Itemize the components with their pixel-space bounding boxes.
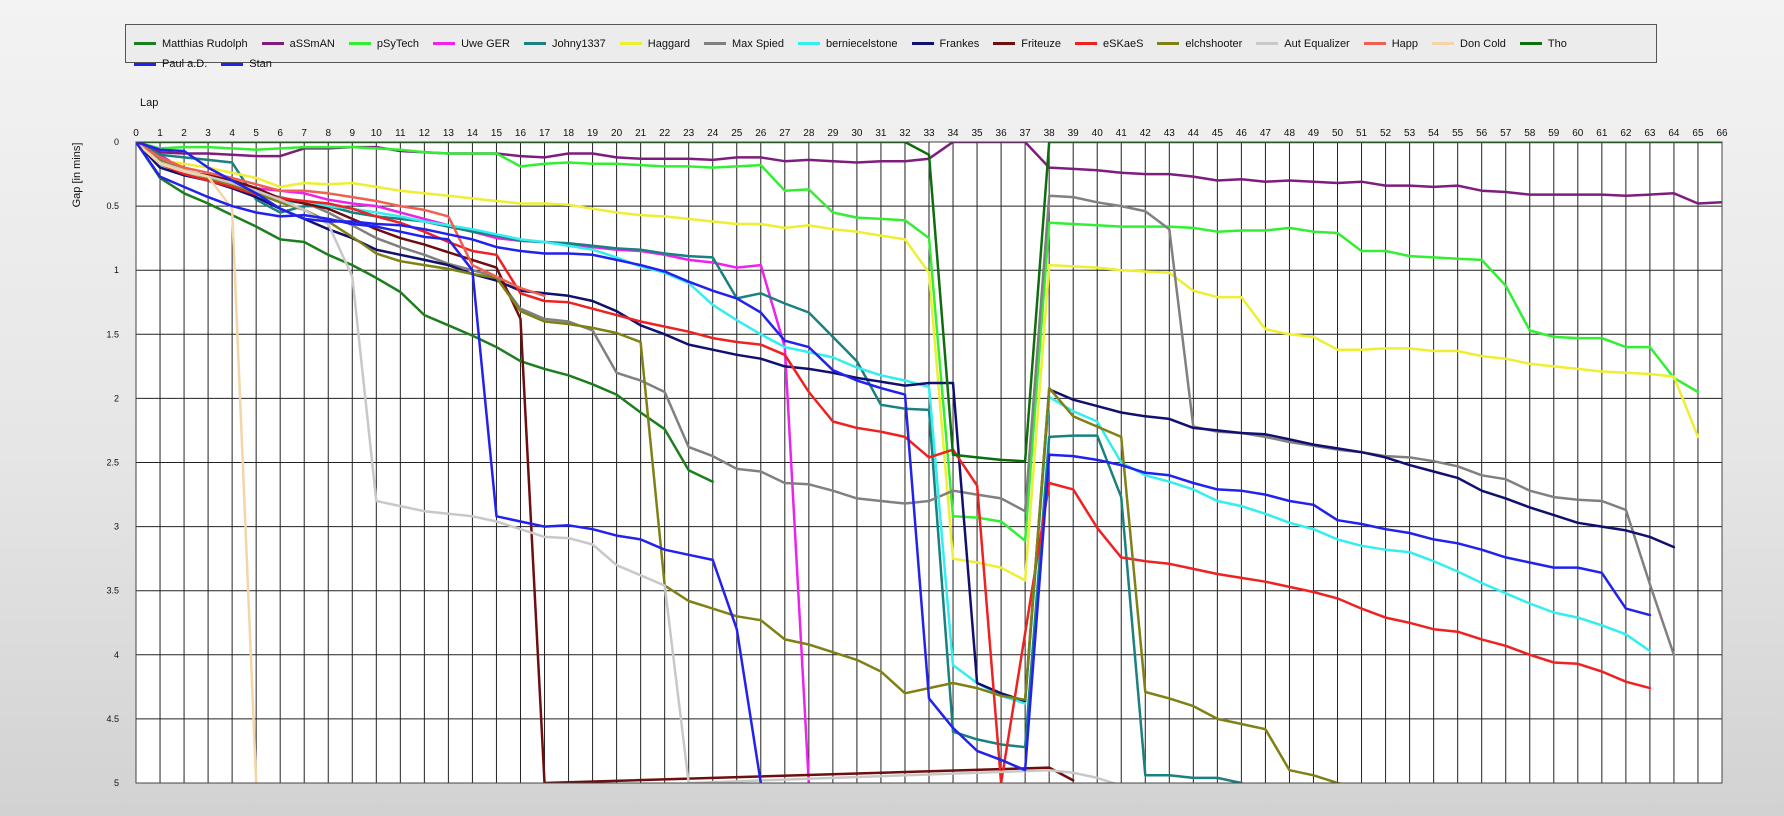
x-tick-label: 9 [349,128,355,139]
x-tick-label: 64 [1668,128,1680,139]
y-tick-label: 1.5 [106,329,119,339]
y-axis-label: Gap [in mins] [71,143,83,208]
x-tick-label: 42 [1140,128,1152,139]
x-tick-label: 62 [1620,128,1632,139]
x-tick-label: 25 [731,128,743,139]
x-tick-label: 21 [635,128,647,139]
x-tick-label: 45 [1212,128,1224,139]
x-tick-label: 19 [587,128,599,139]
x-tick-label: 48 [1284,128,1296,139]
y-tick-label: 4 [114,650,119,660]
x-tick-label: 40 [1092,128,1104,139]
x-tick-label: 43 [1164,128,1176,139]
x-tick-label: 1 [157,128,163,139]
x-tick-label: 11 [395,128,406,139]
x-tick-label: 31 [875,128,887,139]
x-tick-label: 15 [491,128,503,139]
x-tick-label: 39 [1068,128,1080,139]
x-tick-label: 6 [277,128,283,139]
y-tick-label: 4.5 [106,714,119,724]
x-tick-label: 47 [1260,128,1272,139]
x-tick-label: 56 [1476,128,1488,139]
x-tick-label: 65 [1692,128,1704,139]
x-tick-label: 54 [1428,128,1440,139]
x-tick-label: 53 [1404,128,1416,139]
y-tick-label: 0.5 [106,201,119,211]
x-tick-label: 24 [707,128,719,139]
x-tick-label: 4 [229,128,235,139]
x-tick-label: 26 [755,128,767,139]
x-tick-label: 55 [1452,128,1464,139]
x-tick-label: 60 [1572,128,1584,139]
x-tick-label: 16 [515,128,527,139]
x-tick-label: 3 [205,128,211,139]
y-tick-label: 2 [114,393,119,403]
x-tick-label: 35 [971,128,983,139]
x-tick-label: 29 [827,128,839,139]
x-tick-label: 32 [899,128,911,139]
x-tick-label: 34 [947,128,959,139]
x-tick-label: 0 [133,128,139,139]
x-tick-label: 30 [851,128,863,139]
x-tick-label: 2 [181,128,187,139]
x-tick-label: 27 [779,128,791,139]
y-tick-label: 3 [114,522,119,532]
x-tick-label: 5 [253,128,259,139]
x-tick-label: 37 [1020,128,1032,139]
x-tick-label: 50 [1332,128,1344,139]
x-tick-label: 58 [1524,128,1536,139]
x-tick-label: 22 [659,128,671,139]
x-axis-label: Lap [140,97,158,109]
x-tick-label: 7 [301,128,307,139]
y-tick-label: 0 [114,137,119,147]
x-tick-label: 33 [923,128,935,139]
x-tick-label: 38 [1044,128,1056,139]
x-tick-label: 61 [1596,128,1608,139]
x-tick-label: 8 [325,128,331,139]
x-tick-label: 18 [563,128,575,139]
x-tick-label: 17 [539,128,551,139]
x-tick-label: 12 [419,128,431,139]
x-tick-label: 13 [443,128,455,139]
x-tick-label: 14 [467,128,479,139]
x-tick-label: 49 [1308,128,1320,139]
x-tick-label: 51 [1356,128,1368,139]
x-tick-label: 36 [996,128,1008,139]
x-tick-label: 41 [1116,128,1128,139]
y-tick-label: 5 [114,778,119,788]
chart-plot: 0 1 2 3 4 5 6 7 8 9 10 11 12 13 14 15 16 17 18 19 20 21 22 23 24… [71,97,1728,788]
x-tick-label: 28 [803,128,815,139]
y-tick-label: 3.5 [106,586,119,596]
x-tick-label: 44 [1188,128,1200,139]
x-tick-label: 46 [1236,128,1248,139]
x-tick-label: 10 [371,128,383,139]
x-tick-label: 52 [1380,128,1392,139]
x-tick-label: 23 [683,128,695,139]
x-tick-label: 59 [1548,128,1560,139]
x-tick-label: 57 [1500,128,1512,139]
x-tick-label: 66 [1716,128,1728,139]
y-tick-label: 1 [114,265,119,275]
y-tick-label: 2.5 [106,458,119,468]
x-tick-label: 20 [611,128,623,139]
x-tick-label: 63 [1644,128,1656,139]
